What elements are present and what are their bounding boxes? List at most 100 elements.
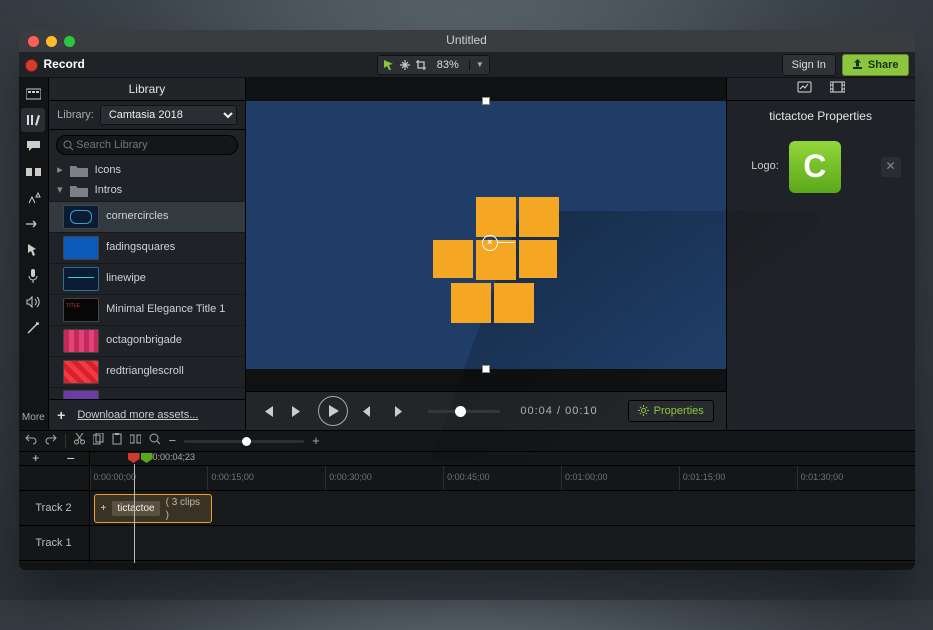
cursor-effects-icon[interactable] (21, 238, 45, 262)
canvas-area: × 00:04 / 00:10 Properties (246, 78, 726, 430)
crop-tool-icon[interactable] (415, 59, 427, 71)
clear-logo-button[interactable]: ✕ (881, 157, 901, 177)
library-item[interactable]: fadingsquares (49, 232, 245, 263)
prev-frame-button[interactable] (258, 401, 278, 421)
media-bin-icon[interactable] (21, 82, 45, 106)
next-frame-button[interactable] (288, 401, 308, 421)
timeline-scrollbar[interactable] (19, 563, 915, 570)
slider-handle[interactable] (242, 437, 251, 446)
window-title: Untitled (19, 33, 915, 49)
animations-icon[interactable] (21, 212, 45, 236)
library-item[interactable]: cornercircles (49, 201, 245, 232)
copy-button[interactable] (93, 433, 104, 450)
timeline-clip[interactable]: + tictactoe ( 3 clips ) (94, 494, 212, 523)
record-button[interactable]: Record (25, 57, 85, 73)
zoom-fit-icon[interactable] (149, 433, 161, 450)
timeline-zoom-slider[interactable] (184, 440, 304, 443)
folder-label: Icons (95, 163, 121, 177)
sign-in-button[interactable]: Sign In (782, 54, 836, 76)
logo-preview[interactable]: C (789, 141, 841, 193)
library-item[interactable]: redtrianglescroll (49, 356, 245, 387)
main-area: More Library Library: Camtasia 2018 ▸ Ic… (19, 78, 915, 430)
tile-icon (451, 283, 491, 323)
track-lane[interactable]: + tictactoe ( 3 clips ) (90, 491, 915, 526)
rotation-handle[interactable]: × (482, 235, 498, 251)
folder-icon (70, 164, 88, 177)
undo-button[interactable] (25, 433, 37, 450)
record-icon (25, 59, 38, 72)
share-label: Share (868, 58, 899, 72)
timeline-lanes[interactable]: 0:00:04;23 0:00:00;00 0:00:15;00 0:00:30… (90, 452, 915, 563)
folder-icon (70, 184, 88, 197)
step-back-button[interactable] (358, 401, 378, 421)
share-button[interactable]: Share (842, 54, 909, 76)
library-item[interactable]: octagonbrigade (49, 325, 245, 356)
library-search[interactable] (56, 135, 238, 155)
visual-effects-icon[interactable] (21, 316, 45, 340)
library-icon[interactable] (21, 108, 45, 132)
asset-name: octagonbrigade (106, 333, 182, 347)
zoom-dropdown-icon[interactable]: ▼ (469, 60, 484, 70)
split-button[interactable] (130, 433, 141, 450)
track-header[interactable]: Track 2 (19, 491, 89, 526)
library-item[interactable]: TITLE Minimal Elegance Title 1 (49, 294, 245, 325)
asset-name: cornercircles (106, 209, 168, 223)
timeline-zoom-in-button[interactable]: + (312, 433, 320, 450)
playhead[interactable] (128, 453, 164, 464)
more-tools-label[interactable]: More (22, 411, 45, 424)
tile-icon (433, 240, 473, 278)
folder-label: Intros (95, 183, 123, 197)
asset-thumb (63, 236, 99, 260)
library-heading: Library (49, 78, 245, 101)
library-picker-select[interactable]: Camtasia 2018 (100, 105, 237, 125)
paste-button[interactable] (112, 433, 122, 450)
add-track-button[interactable]: + (32, 451, 39, 467)
asset-thumb (63, 267, 99, 291)
playhead-line[interactable] (134, 464, 135, 563)
tool-sidebar: More (19, 78, 50, 430)
behaviors-icon[interactable] (21, 186, 45, 210)
tab-visual-icon[interactable] (797, 81, 812, 98)
library-picker: Library: Camtasia 2018 (49, 101, 245, 130)
clip-title: tictactoe (112, 501, 159, 516)
chevron-down-icon: ▾ (57, 183, 63, 197)
remove-track-button[interactable]: − (67, 449, 75, 467)
tile-icon (476, 197, 516, 237)
tile-icon (519, 197, 559, 237)
step-fwd-button[interactable] (388, 401, 408, 421)
scrubber-handle[interactable] (455, 406, 466, 417)
library-item[interactable] (49, 387, 245, 399)
tab-film-icon[interactable] (830, 81, 845, 98)
play-button[interactable] (318, 396, 348, 426)
asset-thumb (63, 329, 99, 353)
pan-tool-icon[interactable] (399, 59, 411, 71)
tile-icon (494, 283, 534, 323)
library-item[interactable]: linewipe (49, 263, 245, 294)
track-lane[interactable] (90, 526, 915, 561)
asset-name: redtrianglescroll (106, 364, 184, 378)
properties-title: tictactoe Properties (727, 101, 915, 133)
library-folder[interactable]: ▸ Icons (49, 160, 245, 180)
cut-button[interactable] (74, 433, 85, 450)
audio-effects-icon[interactable] (21, 290, 45, 314)
download-assets-link[interactable]: Download more assets... (77, 408, 198, 422)
track-header[interactable]: Track 1 (19, 526, 89, 561)
clip-detail: ( 3 clips ) (166, 496, 205, 522)
scrubber[interactable] (428, 410, 501, 413)
pointer-tool-icon[interactable] (383, 59, 395, 71)
timeline-ruler[interactable]: 0:00:00;00 0:00:15;00 0:00:30;00 0:00:45… (90, 466, 915, 491)
zoom-level[interactable]: 83% (431, 58, 465, 72)
add-asset-button[interactable]: + (57, 406, 65, 424)
transitions-icon[interactable] (21, 160, 45, 184)
clip-expand-icon[interactable]: + (101, 502, 107, 515)
voice-icon[interactable] (21, 264, 45, 288)
redo-button[interactable] (45, 433, 57, 450)
ruler-spacer (19, 466, 89, 491)
preview-canvas[interactable]: × (246, 101, 726, 369)
annotations-icon[interactable] (21, 134, 45, 158)
library-search-input[interactable] (74, 138, 231, 152)
library-folder[interactable]: ▾ Intros (49, 180, 245, 200)
titlebar: Untitled (19, 30, 915, 53)
timeline-zoom-out-button[interactable]: − (169, 433, 177, 450)
chevron-right-icon: ▸ (57, 163, 63, 177)
